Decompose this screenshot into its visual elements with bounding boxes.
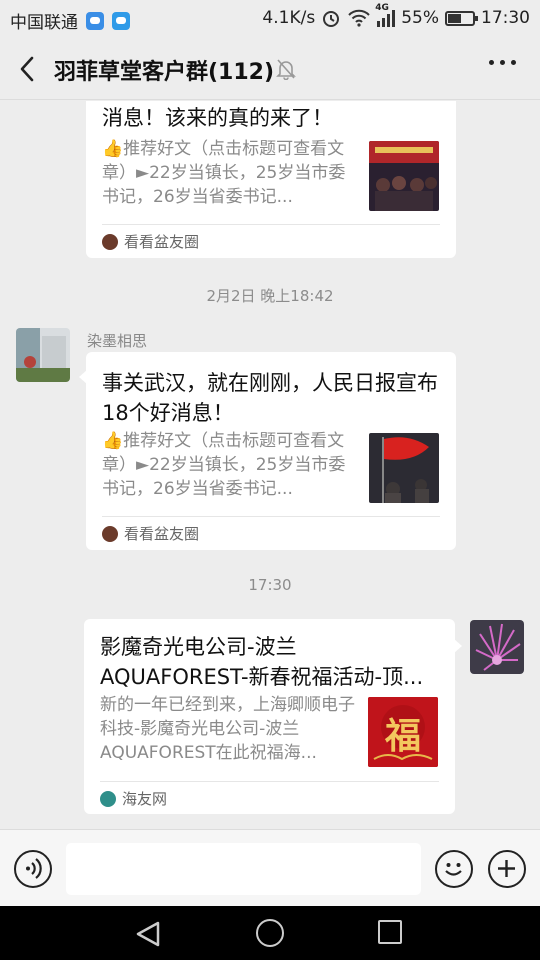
status-bar: 中国联通 4.1K/s 4G 55% 17:30 (0, 0, 540, 38)
link-card-description: 👍推荐好文（点击标题可查看文章）►22岁当镇长，25岁当市委书记，26岁当省委书… (102, 431, 346, 499)
link-card-description: 新的一年已经到来，上海卿顺电子科技-影魔奇光电公司-波兰AQUAFOREST在此… (100, 695, 355, 763)
back-arrow-icon[interactable] (16, 55, 40, 83)
link-card-message[interactable]: 消息！该来的真的来了！ 👍推荐好文（点击标题可查看文章）►22岁当镇长，25岁当… (86, 101, 456, 258)
source-logo-icon (102, 525, 118, 542)
link-card-source-name: 海友网 (122, 790, 168, 808)
link-card-source-name: 看看盆友圈 (124, 525, 200, 543)
timestamp: 2月2日 晚上18:42 (206, 287, 334, 305)
link-card-message[interactable]: 影魔奇光电公司-波兰 AQUAFOREST-新春祝福活动-顶... 新的一年已经… (84, 619, 462, 814)
link-card-divider (102, 516, 440, 517)
plus-icon (498, 860, 515, 877)
battery-icon (445, 10, 478, 26)
input-bar (0, 829, 540, 906)
avatar[interactable] (16, 328, 70, 382)
link-card-source: 看看盆友圈 (102, 523, 199, 544)
notification-app-icon (86, 11, 104, 30)
source-logo-icon (100, 790, 116, 807)
emoji-button[interactable] (435, 850, 473, 888)
voice-input-button[interactable] (14, 850, 52, 888)
clock: 17:30 (481, 8, 530, 28)
chat-title: 羽菲草堂客户群(112) (54, 60, 275, 85)
link-card-source: 看看盆友圈 (102, 231, 199, 252)
link-card-thumbnail (369, 433, 439, 503)
link-card-title: 事关武汉，就在刚刚，人民日报宣布18个好消息！ (102, 371, 438, 425)
source-logo-icon (102, 233, 118, 250)
mute-bell-icon (276, 59, 296, 80)
system-nav-bar (0, 906, 540, 960)
smiley-icon (445, 863, 462, 876)
my-avatar[interactable] (470, 620, 524, 674)
alarm-icon (323, 11, 340, 27)
nav-recents-icon[interactable] (378, 920, 402, 944)
link-card-divider (102, 224, 440, 225)
link-card-thumbnail (369, 141, 439, 211)
chat-message-list[interactable]: 消息！该来的真的来了！ 👍推荐好文（点击标题可查看文章）►22岁当镇长，25岁当… (0, 101, 540, 829)
more-functions-button[interactable] (488, 850, 526, 888)
notification-message-icon (112, 11, 130, 30)
link-card-description: 👍推荐好文（点击标题可查看文章）►22岁当镇长，25岁当市委书记，26岁当省委书… (102, 139, 346, 207)
network-speed: 4.1K/s (262, 8, 316, 28)
sender-name: 染墨相思 (87, 332, 148, 350)
nav-home-icon[interactable] (256, 919, 284, 947)
signal-icon: 4G (375, 3, 396, 27)
message-input[interactable] (66, 843, 421, 895)
battery-percent: 55% (401, 8, 439, 28)
timestamp: 17:30 (248, 576, 292, 594)
voice-icon (26, 858, 42, 879)
more-options-icon[interactable] (489, 60, 516, 65)
link-card-title: 消息！该来的真的来了！ (102, 106, 333, 130)
wifi-icon (348, 9, 370, 27)
link-card-source: 海友网 (100, 788, 167, 809)
link-card-title-line1: 影魔奇光电公司-波兰 (100, 635, 297, 659)
link-card-thumbnail: 福 (368, 697, 438, 767)
nav-back-icon[interactable] (134, 920, 162, 948)
link-card-divider (100, 781, 439, 782)
link-card-source-name: 看看盆友圈 (124, 233, 200, 251)
link-card-message[interactable]: 事关武汉，就在刚刚，人民日报宣布18个好消息！ 👍推荐好文（点击标题可查看文章）… (79, 352, 456, 550)
network-type-label: 4G (375, 3, 389, 13)
chat-header: 羽菲草堂客户群(112) (0, 38, 540, 100)
thumbnail-fu-character: 福 (384, 715, 421, 757)
link-card-title-line2: AQUAFOREST-新春祝福活动-顶... (100, 665, 424, 689)
carrier-label: 中国联通 (10, 13, 78, 33)
